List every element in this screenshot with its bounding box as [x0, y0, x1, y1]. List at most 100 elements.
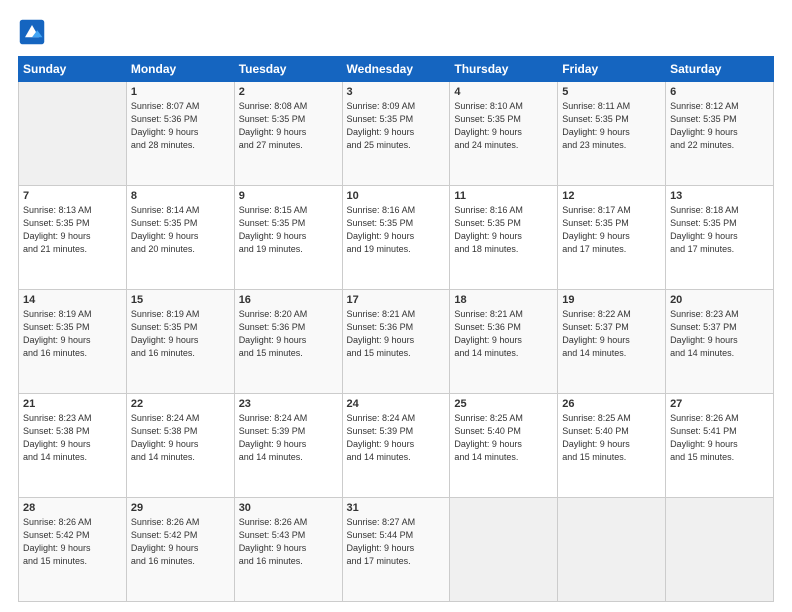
day-number: 8	[131, 190, 230, 202]
weekday-row: SundayMondayTuesdayWednesdayThursdayFrid…	[19, 57, 774, 82]
day-number: 12	[562, 190, 661, 202]
calendar-week-row: 21 Sunrise: 8:23 AM Sunset: 5:38 PM Dayli…	[19, 394, 774, 498]
calendar-cell: 14Sunrise: 8:19 AM Sunset: 5:35 PM Dayli…	[19, 290, 127, 394]
day-info: Sunrise: 8:08 AM Sunset: 5:35 PM Dayligh…	[239, 100, 338, 152]
calendar-cell: 23 Sunrise: 8:24 AM Sunset: 5:39 PM Dayli…	[234, 394, 342, 498]
day-info: Sunrise: 8:21 AM Sunset: 5:36 PM Dayligh…	[454, 308, 553, 360]
calendar-cell	[450, 498, 558, 602]
day-info: Sunrise: 8:23 AM Sunset: 5:38 PM Dayligh…	[23, 412, 122, 464]
day-number: 18	[454, 294, 553, 306]
day-info: Sunrise: 8:15 AM Sunset: 5:35 PM Dayligh…	[239, 204, 338, 256]
calendar-cell: 30Sunrise: 8:26 AM Sunset: 5:43 PM Dayli…	[234, 498, 342, 602]
day-info: Sunrise: 8:07 AM Sunset: 5:36 PM Dayligh…	[131, 100, 230, 152]
day-number: 17	[347, 294, 446, 306]
day-info: Sunrise: 8:27 AM Sunset: 5:44 PM Dayligh…	[347, 516, 446, 568]
calendar-cell: 1 Sunrise: 8:07 AM Sunset: 5:36 PM Daylig…	[126, 82, 234, 186]
day-info: Sunrise: 8:23 AM Sunset: 5:37 PM Dayligh…	[670, 308, 769, 360]
day-number: 19	[562, 294, 661, 306]
calendar-cell: 17 Sunrise: 8:21 AM Sunset: 5:36 PM Dayli…	[342, 290, 450, 394]
calendar-cell: 11 Sunrise: 8:16 AM Sunset: 5:35 PM Dayli…	[450, 186, 558, 290]
weekday-header: Sunday	[19, 57, 127, 82]
day-number: 11	[454, 190, 553, 202]
calendar-cell: 28Sunrise: 8:26 AM Sunset: 5:42 PM Dayli…	[19, 498, 127, 602]
calendar-header: SundayMondayTuesdayWednesdayThursdayFrid…	[19, 57, 774, 82]
day-info: Sunrise: 8:09 AM Sunset: 5:35 PM Dayligh…	[347, 100, 446, 152]
day-info: Sunrise: 8:26 AM Sunset: 5:41 PM Dayligh…	[670, 412, 769, 464]
day-number: 25	[454, 398, 553, 410]
weekday-header: Tuesday	[234, 57, 342, 82]
calendar-cell: 4 Sunrise: 8:10 AM Sunset: 5:35 PM Daylig…	[450, 82, 558, 186]
day-info: Sunrise: 8:25 AM Sunset: 5:40 PM Dayligh…	[454, 412, 553, 464]
day-number: 4	[454, 86, 553, 98]
day-number: 22	[131, 398, 230, 410]
calendar-cell	[558, 498, 666, 602]
day-info: Sunrise: 8:25 AM Sunset: 5:40 PM Dayligh…	[562, 412, 661, 464]
calendar-cell: 6 Sunrise: 8:12 AM Sunset: 5:35 PM Daylig…	[666, 82, 774, 186]
calendar-week-row: 28Sunrise: 8:26 AM Sunset: 5:42 PM Dayli…	[19, 498, 774, 602]
calendar-cell: 9 Sunrise: 8:15 AM Sunset: 5:35 PM Daylig…	[234, 186, 342, 290]
day-number: 15	[131, 294, 230, 306]
day-info: Sunrise: 8:26 AM Sunset: 5:43 PM Dayligh…	[239, 516, 338, 568]
day-info: Sunrise: 8:20 AM Sunset: 5:36 PM Dayligh…	[239, 308, 338, 360]
day-number: 9	[239, 190, 338, 202]
day-info: Sunrise: 8:14 AM Sunset: 5:35 PM Dayligh…	[131, 204, 230, 256]
day-number: 3	[347, 86, 446, 98]
calendar-cell: 7Sunrise: 8:13 AM Sunset: 5:35 PM Daylig…	[19, 186, 127, 290]
calendar-week-row: 7Sunrise: 8:13 AM Sunset: 5:35 PM Daylig…	[19, 186, 774, 290]
weekday-header: Saturday	[666, 57, 774, 82]
day-info: Sunrise: 8:16 AM Sunset: 5:35 PM Dayligh…	[347, 204, 446, 256]
calendar-cell	[19, 82, 127, 186]
day-number: 23	[239, 398, 338, 410]
calendar-table: SundayMondayTuesdayWednesdayThursdayFrid…	[18, 56, 774, 602]
calendar-cell: 12Sunrise: 8:17 AM Sunset: 5:35 PM Dayli…	[558, 186, 666, 290]
calendar-cell: 21 Sunrise: 8:23 AM Sunset: 5:38 PM Dayli…	[19, 394, 127, 498]
calendar-cell: 26 Sunrise: 8:25 AM Sunset: 5:40 PM Dayli…	[558, 394, 666, 498]
calendar-week-row: 14Sunrise: 8:19 AM Sunset: 5:35 PM Dayli…	[19, 290, 774, 394]
day-info: Sunrise: 8:21 AM Sunset: 5:36 PM Dayligh…	[347, 308, 446, 360]
day-info: Sunrise: 8:16 AM Sunset: 5:35 PM Dayligh…	[454, 204, 553, 256]
day-number: 26	[562, 398, 661, 410]
day-info: Sunrise: 8:22 AM Sunset: 5:37 PM Dayligh…	[562, 308, 661, 360]
calendar-cell: 31 Sunrise: 8:27 AM Sunset: 5:44 PM Dayli…	[342, 498, 450, 602]
calendar-cell: 20 Sunrise: 8:23 AM Sunset: 5:37 PM Dayli…	[666, 290, 774, 394]
day-info: Sunrise: 8:24 AM Sunset: 5:39 PM Dayligh…	[239, 412, 338, 464]
day-number: 1	[131, 86, 230, 98]
weekday-header: Monday	[126, 57, 234, 82]
day-number: 24	[347, 398, 446, 410]
day-info: Sunrise: 8:12 AM Sunset: 5:35 PM Dayligh…	[670, 100, 769, 152]
day-number: 6	[670, 86, 769, 98]
calendar-cell: 24 Sunrise: 8:24 AM Sunset: 5:39 PM Dayli…	[342, 394, 450, 498]
logo-icon	[18, 18, 46, 46]
day-number: 31	[347, 502, 446, 514]
weekday-header: Friday	[558, 57, 666, 82]
calendar-cell: 27 Sunrise: 8:26 AM Sunset: 5:41 PM Dayli…	[666, 394, 774, 498]
header	[18, 18, 774, 46]
day-number: 16	[239, 294, 338, 306]
day-info: Sunrise: 8:10 AM Sunset: 5:35 PM Dayligh…	[454, 100, 553, 152]
day-number: 21	[23, 398, 122, 410]
weekday-header: Thursday	[450, 57, 558, 82]
calendar-cell: 25 Sunrise: 8:25 AM Sunset: 5:40 PM Dayli…	[450, 394, 558, 498]
logo	[18, 18, 50, 46]
day-number: 27	[670, 398, 769, 410]
calendar-cell: 29 Sunrise: 8:26 AM Sunset: 5:42 PM Dayli…	[126, 498, 234, 602]
day-info: Sunrise: 8:24 AM Sunset: 5:39 PM Dayligh…	[347, 412, 446, 464]
day-number: 7	[23, 190, 122, 202]
calendar-cell: 10Sunrise: 8:16 AM Sunset: 5:35 PM Dayli…	[342, 186, 450, 290]
calendar-week-row: 1 Sunrise: 8:07 AM Sunset: 5:36 PM Daylig…	[19, 82, 774, 186]
day-info: Sunrise: 8:11 AM Sunset: 5:35 PM Dayligh…	[562, 100, 661, 152]
day-info: Sunrise: 8:26 AM Sunset: 5:42 PM Dayligh…	[131, 516, 230, 568]
page: SundayMondayTuesdayWednesdayThursdayFrid…	[0, 0, 792, 612]
day-info: Sunrise: 8:19 AM Sunset: 5:35 PM Dayligh…	[23, 308, 122, 360]
calendar-cell: 3 Sunrise: 8:09 AM Sunset: 5:35 PM Daylig…	[342, 82, 450, 186]
day-number: 13	[670, 190, 769, 202]
day-info: Sunrise: 8:18 AM Sunset: 5:35 PM Dayligh…	[670, 204, 769, 256]
calendar-cell: 19 Sunrise: 8:22 AM Sunset: 5:37 PM Dayli…	[558, 290, 666, 394]
calendar-body: 1 Sunrise: 8:07 AM Sunset: 5:36 PM Daylig…	[19, 82, 774, 602]
day-number: 29	[131, 502, 230, 514]
day-info: Sunrise: 8:26 AM Sunset: 5:42 PM Dayligh…	[23, 516, 122, 568]
calendar-cell	[666, 498, 774, 602]
calendar-cell: 5Sunrise: 8:11 AM Sunset: 5:35 PM Daylig…	[558, 82, 666, 186]
day-number: 20	[670, 294, 769, 306]
day-number: 2	[239, 86, 338, 98]
